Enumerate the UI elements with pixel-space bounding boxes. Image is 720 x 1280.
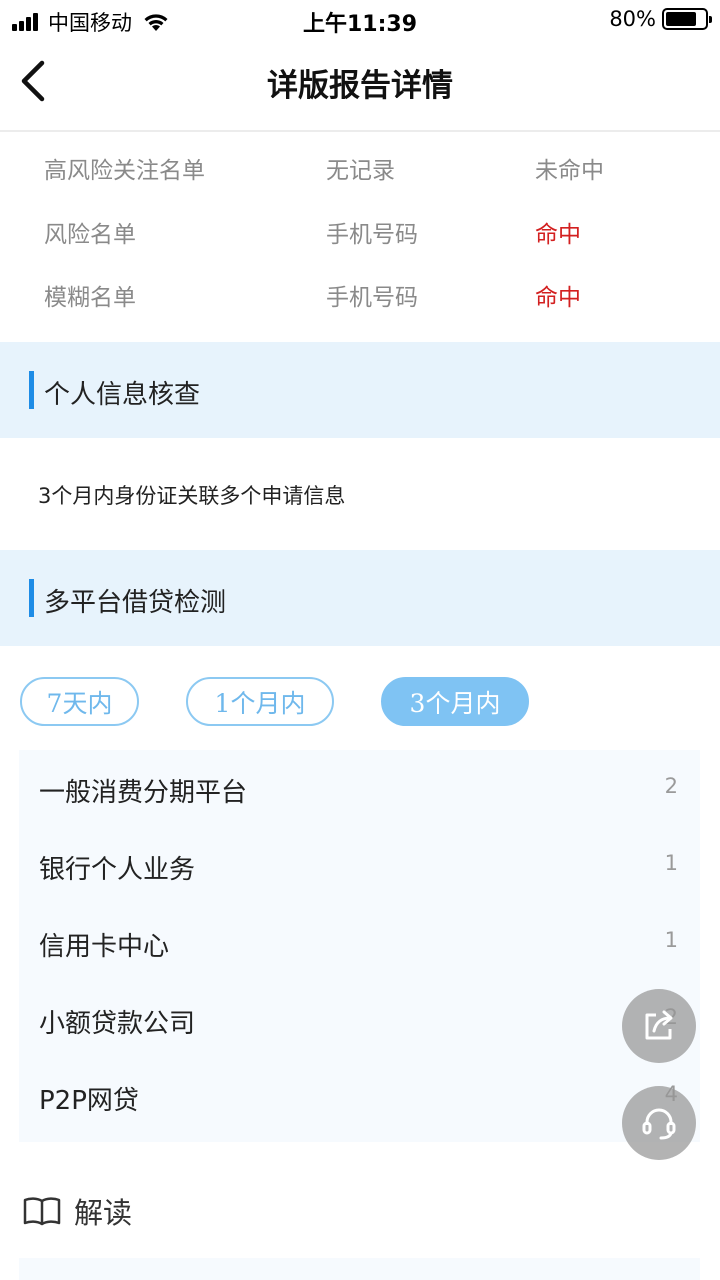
platform-label: 银行个人业务	[39, 855, 196, 885]
risk-type: 无记录	[326, 158, 395, 184]
battery-icon	[662, 8, 712, 30]
platform-count: 1	[664, 851, 678, 875]
personal-info-text: 3个月内身份证关联多个申请信息	[38, 484, 346, 508]
interpret-card	[19, 1258, 700, 1280]
risk-type: 手机号码	[326, 285, 418, 311]
battery-tip	[709, 16, 712, 23]
platform-list: 一般消费分期平台 2 银行个人业务 1 信用卡中心 1 小额贷款公司 2 P2P…	[19, 750, 700, 1142]
platform-count: 2	[664, 774, 678, 798]
list-item[interactable]: 信用卡中心 1	[19, 904, 700, 981]
platform-label: 小额贷款公司	[39, 1009, 196, 1039]
risk-name: 高风险关注名单	[44, 158, 205, 184]
risk-result: 命中	[535, 222, 581, 248]
interpret-label: 解读	[74, 1196, 133, 1230]
page-title: 详版报告详情	[267, 68, 453, 104]
status-bar: 中国移动 上午11:39 80%	[0, 0, 720, 40]
interpret-header: 解读	[22, 1190, 132, 1232]
headset-icon	[642, 1108, 676, 1140]
battery-level	[666, 12, 697, 26]
section-title: 个人信息核查	[44, 380, 201, 410]
section-header-multi-platform: 多平台借贷检测	[0, 550, 720, 646]
tab-1-month[interactable]: 1个月内	[186, 677, 334, 726]
nav-bar: 详版报告详情	[0, 40, 720, 132]
share-icon	[645, 1010, 673, 1040]
platform-label: P2P网贷	[39, 1086, 139, 1116]
risk-result: 命中	[535, 285, 581, 311]
risk-result: 未命中	[535, 158, 604, 184]
customer-service-button[interactable]	[622, 1086, 696, 1160]
platform-count: 1	[664, 928, 678, 952]
list-item[interactable]: 银行个人业务 1	[19, 827, 700, 904]
section-accent-bar	[29, 579, 34, 617]
tab-3-months[interactable]: 3个月内	[381, 677, 529, 726]
list-item[interactable]: 一般消费分期平台 2	[19, 750, 700, 827]
risk-row: 模糊名单 手机号码 命中	[0, 260, 720, 323]
risk-row: 风险名单 手机号码 命中	[0, 197, 720, 260]
risk-name: 模糊名单	[44, 285, 136, 311]
share-button[interactable]	[622, 989, 696, 1063]
platform-label: 一般消费分期平台	[39, 778, 248, 808]
risk-row: 高风险关注名单 无记录 未命中	[0, 133, 720, 196]
list-item[interactable]: 小额贷款公司 2	[19, 981, 700, 1058]
section-accent-bar	[29, 371, 34, 409]
status-right: 80%	[609, 7, 712, 31]
list-item[interactable]: P2P网贷 4	[19, 1058, 700, 1135]
book-icon	[23, 1197, 61, 1226]
battery-percent: 80%	[609, 7, 656, 31]
platform-label: 信用卡中心	[39, 932, 170, 962]
risk-type: 手机号码	[326, 222, 418, 248]
tab-7-days[interactable]: 7天内	[20, 677, 139, 726]
section-title: 多平台借贷检测	[44, 588, 227, 618]
section-header-personal: 个人信息核查	[0, 342, 720, 438]
risk-name: 风险名单	[44, 222, 136, 248]
